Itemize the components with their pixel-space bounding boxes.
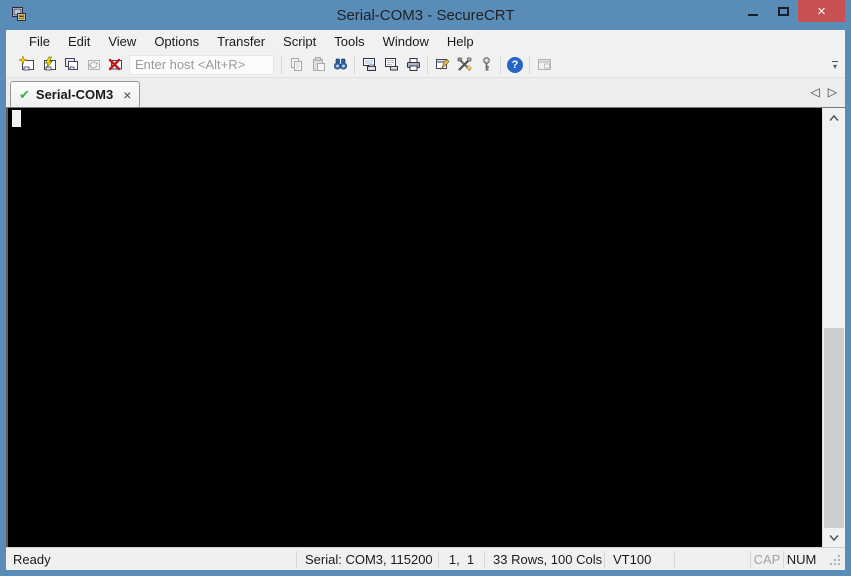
tab-label: Serial-COM3 <box>35 87 114 102</box>
window-body: File Edit View Options Transfer Script T… <box>0 30 851 576</box>
securecrt-window: Serial-COM3 - SecureCRT × File Edit View… <box>0 0 851 576</box>
terminal-screen[interactable] <box>6 108 822 547</box>
toolbar-overflow-button[interactable]: ▾ <box>827 60 843 71</box>
help-button[interactable]: ? <box>504 54 526 76</box>
title-bar[interactable]: Serial-COM3 - SecureCRT × <box>0 0 851 30</box>
tab-scroll-controls: ◁ ▷ <box>811 85 837 99</box>
quick-connect-button[interactable] <box>16 54 38 76</box>
menu-options[interactable]: Options <box>145 32 208 51</box>
chevron-down-icon <box>829 534 839 541</box>
reconnect-icon <box>87 60 100 70</box>
quick-connect-icon <box>18 56 34 71</box>
close-button[interactable]: × <box>798 0 845 22</box>
tab-serial-com3[interactable]: ✔ Serial-COM3 × <box>10 81 141 107</box>
maximize-button[interactable] <box>768 0 798 22</box>
toolbar-separator <box>281 55 282 74</box>
print-screen-icon <box>362 58 376 71</box>
menu-bar: File Edit View Options Transfer Script T… <box>6 30 845 52</box>
chevron-up-icon <box>829 114 839 121</box>
tab-bar: ✔ Serial-COM3 × ◁ ▷ <box>6 78 845 107</box>
close-icon: × <box>817 2 826 20</box>
scroll-down-button[interactable] <box>823 528 845 547</box>
status-bar: Ready Serial: COM3, 115200 1, 1 33 Rows,… <box>6 547 845 570</box>
copy-icon <box>290 58 302 71</box>
terminal-cursor <box>12 110 21 127</box>
help-icon: ? <box>507 56 523 73</box>
paste-button[interactable] <box>307 54 329 76</box>
menu-script[interactable]: Script <box>274 32 325 51</box>
paste-icon <box>312 57 325 71</box>
menu-view[interactable]: View <box>99 32 145 51</box>
connected-check-icon: ✔ <box>19 86 30 102</box>
connect-button[interactable] <box>38 54 60 76</box>
tab-close-button[interactable]: × <box>123 88 131 102</box>
disconnect-icon <box>108 58 122 71</box>
status-cursor-position: 1, 1 <box>438 550 484 568</box>
tab-scroll-left-button[interactable]: ◁ <box>811 85 820 99</box>
session-manager-icon <box>537 59 551 70</box>
menu-file[interactable]: File <box>20 32 59 51</box>
global-options-button[interactable] <box>453 54 475 76</box>
key-agent-button[interactable] <box>475 54 497 76</box>
print-screen-button[interactable] <box>358 54 380 76</box>
tab-scroll-right-button[interactable]: ▷ <box>828 85 837 99</box>
session-manager-button[interactable] <box>533 54 555 76</box>
toolbar-separator <box>354 55 355 74</box>
reconnect-button[interactable] <box>82 54 104 76</box>
status-caps-indicator: CAP <box>750 550 783 568</box>
minimize-button[interactable] <box>738 0 768 22</box>
caption-buttons: × <box>738 0 845 22</box>
resize-grip[interactable] <box>819 550 845 570</box>
terminal-area <box>6 107 845 547</box>
menu-transfer[interactable]: Transfer <box>208 32 274 51</box>
status-terminal-size: 33 Rows, 100 Cols <box>484 550 604 568</box>
find-button[interactable] <box>329 54 351 76</box>
menu-edit[interactable]: Edit <box>59 32 99 51</box>
vertical-scrollbar[interactable] <box>822 108 845 547</box>
window-title: Serial-COM3 - SecureCRT <box>336 6 515 24</box>
print-icon <box>406 58 420 71</box>
toolbar-separator <box>500 55 501 74</box>
auto-print-button[interactable] <box>380 54 402 76</box>
connect-in-tab-button[interactable] <box>60 54 82 76</box>
status-connection: Serial: COM3, 115200 <box>296 550 438 568</box>
status-emulation: VT100 <box>604 550 674 568</box>
minimize-icon <box>748 14 758 16</box>
connect-icon <box>43 56 56 71</box>
status-num-indicator: NUM <box>783 550 819 568</box>
resize-grip-icon <box>830 555 840 565</box>
disconnect-button[interactable] <box>104 54 126 76</box>
menu-window[interactable]: Window <box>374 32 438 51</box>
scroll-up-button[interactable] <box>823 108 845 127</box>
session-options-button[interactable] <box>431 54 453 76</box>
auto-print-icon <box>384 58 398 71</box>
chevron-down-icon: ▾ <box>832 61 837 71</box>
copy-button[interactable] <box>285 54 307 76</box>
toolbar-separator <box>427 55 428 74</box>
find-icon <box>333 58 347 70</box>
session-options-icon <box>435 59 449 70</box>
menu-help[interactable]: Help <box>438 32 483 51</box>
maximize-icon <box>777 6 789 16</box>
key-agent-icon <box>482 57 490 71</box>
connect-in-tab-icon <box>64 58 78 70</box>
status-blank-section <box>674 550 750 568</box>
host-input[interactable] <box>129 54 274 75</box>
menu-tools[interactable]: Tools <box>325 32 373 51</box>
scrollbar-thumb[interactable] <box>824 328 844 528</box>
toolbar-separator <box>529 55 530 74</box>
status-ready: Ready <box>13 551 51 567</box>
toolbar: ? ▾ <box>6 52 845 78</box>
print-button[interactable] <box>402 54 424 76</box>
global-options-icon <box>457 57 473 72</box>
